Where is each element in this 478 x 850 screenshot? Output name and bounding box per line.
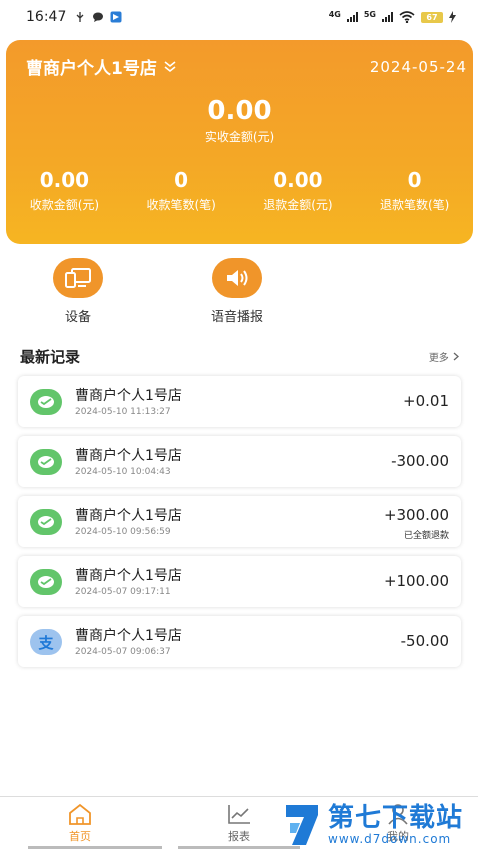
watermark-logo [286,805,318,845]
record-amount: +100.00 [383,572,449,590]
voice-broadcast-button[interactable]: 语音播报 [187,258,287,325]
summary-card: 曹商户个人1号店 2024-05-24 0.00 实收金额(元) 0.00 收款… [6,40,473,244]
charging-icon [449,11,456,23]
device-icon [53,258,103,298]
record-row[interactable]: 曹商户个人1号店 2024-05-10 10:04:43 -300.00 [18,436,461,487]
records-title: 最新记录 [20,348,81,366]
network-5g-label: 5G [363,10,376,19]
speaker-icon [212,258,262,298]
stat-label: 收款金额(元) [29,198,100,212]
record-time: 2024-05-07 09:06:37 [75,647,171,657]
status-time: 16:47 [26,9,67,25]
refund-status-tag: 已全额退款 [403,531,449,541]
stat-value: 0 [174,168,189,192]
wechat-pay-icon [30,389,62,415]
record-store: 曹商户个人1号店 [75,508,182,524]
usb-icon [76,12,84,22]
device-button[interactable]: 设备 [28,258,128,325]
watermark-title: 第七下载站 [328,803,464,833]
double-chevron-down-icon [164,60,176,72]
battery-icon: 67 [421,11,443,23]
record-store: 曹商户个人1号店 [75,448,182,464]
device-label: 设备 [64,310,91,325]
record-time: 2024-05-10 09:56:59 [75,527,171,537]
wifi-icon [399,11,415,23]
stat-value: 0 [407,168,422,192]
network-4g-label: 4G [328,10,341,19]
stat-collection-count: 0 收款笔数(笔) [123,168,240,213]
stat-label: 收款笔数(笔) [146,198,216,212]
app-notification-icon [110,11,122,23]
record-time: 2024-05-07 09:17:11 [75,587,171,597]
stat-collection-amount: 0.00 收款金额(元) [6,168,123,213]
record-store: 曹商户个人1号店 [75,388,182,404]
status-bar: 16:47 4G 5G 67 [0,0,478,34]
record-row[interactable]: 曹商户个人1号店 2024-05-10 09:56:59 +300.00 已全额… [18,496,461,547]
record-row[interactable]: 曹商户个人1号店 2024-05-10 11:13:27 +0.01 [18,376,461,427]
record-amount: +0.01 [403,392,449,410]
chart-line-icon [228,805,250,824]
more-label: 更多 [428,353,449,364]
stat-label: 退款笔数(笔) [379,198,450,212]
net-amount: 0.00 [207,96,272,126]
signal-icon [346,12,358,22]
record-row[interactable]: 曹商户个人1号店 2024-05-07 09:17:11 +100.00 [18,556,461,607]
stat-refund-amount: 0.00 退款金额(元) [240,168,357,213]
store-selector[interactable]: 曹商户个人1号店 [26,54,177,79]
chat-bubble-icon [93,12,104,22]
nav-reports-label: 报表 [228,830,250,843]
chevron-right-icon [453,352,459,361]
stat-refund-count: 0 退款笔数(笔) [356,168,473,213]
summary-stats: 0.00 收款金额(元) 0 收款笔数(笔) 0.00 退款金额(元) 0 退款… [6,168,473,213]
wechat-pay-icon [30,569,62,595]
watermark-url: www.d7down.com [328,832,452,846]
site-watermark: 第七下载站 www.d7down.com [282,800,478,850]
record-time: 2024-05-10 11:13:27 [75,407,171,417]
net-amount-label: 实收金额(元) [204,130,275,144]
signal-icon-2 [382,12,393,22]
wechat-pay-icon [30,449,62,475]
wechat-pay-icon [30,509,62,535]
more-link[interactable]: 更多 [429,349,460,364]
nav-home[interactable]: 首页 [40,803,120,844]
home-icon [69,803,91,825]
stat-label: 退款金额(元) [263,198,333,212]
summary-date[interactable]: 2024-05-24 [370,58,467,76]
record-amount: +300.00 [383,506,449,524]
record-store: 曹商户个人1号店 [75,628,182,644]
nav-home-label: 首页 [69,830,91,843]
nav-reports[interactable]: 报表 [199,803,279,844]
record-row[interactable]: 支 曹商户个人1号店 2024-05-07 09:06:37 -50.00 [18,616,461,667]
records-header: 最新记录 更多 [20,346,460,367]
record-store: 曹商户个人1号店 [75,568,182,584]
alipay-icon: 支 [30,629,62,655]
stat-value: 0.00 [273,168,323,192]
voice-broadcast-label: 语音播报 [210,310,263,325]
record-amount: -300.00 [391,452,449,470]
record-amount: -50.00 [400,632,449,650]
nav-indicator [28,846,162,849]
store-name: 曹商户个人1号店 [26,59,157,79]
records-list: 曹商户个人1号店 2024-05-10 11:13:27 +0.01 曹商户个人… [18,376,461,676]
stat-value: 0.00 [39,168,90,192]
record-time: 2024-05-10 10:04:43 [75,467,171,477]
